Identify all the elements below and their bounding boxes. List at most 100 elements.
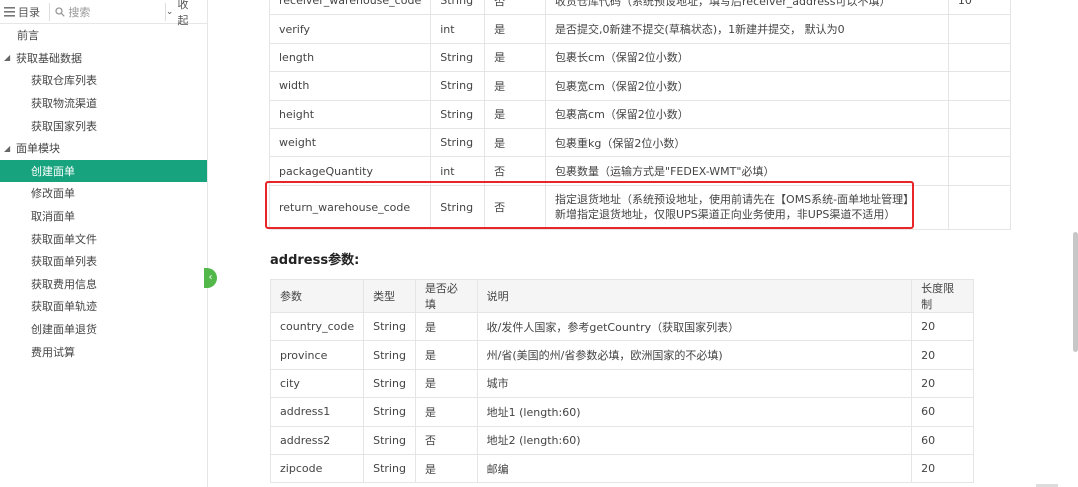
sidebar-item-label: 取消面单 [31, 210, 75, 224]
table-header-row: 参数 类型 是否必填 说明 长度限制 [269, 279, 974, 313]
table-cell: 是 [414, 453, 478, 484]
table-cell [947, 156, 1012, 186]
column-header: 说明 [476, 279, 913, 313]
table-row: length String 是包裹长cm（保留2位小数） [268, 42, 1012, 73]
table-cell: String [430, 127, 486, 158]
sidebar-item[interactable]: 获取费用信息 [0, 273, 207, 296]
menu-icon [4, 6, 15, 17]
sidebar-item[interactable]: 创建面单 [0, 159, 207, 183]
table-cell: 是 [414, 340, 478, 370]
table-cell: String [363, 311, 416, 342]
chevron-down-icon: ⌄ [165, 6, 174, 17]
table-cell: 20 [911, 368, 974, 399]
table-cell: city [269, 368, 365, 399]
table-row: city String 是城市 20 [269, 368, 974, 399]
sidebar-item[interactable]: 费用试算 [0, 340, 207, 363]
collapse-label: 收起 [177, 0, 189, 27]
column-header: 是否必填 [414, 279, 478, 313]
table-cell: 收/发件人国家，参考getCountry（获取国家列表） [476, 311, 913, 342]
table-row: weight String 是包裹重kg（保留2位小数） [268, 127, 1012, 158]
table-cell: 是否提交,0新建不提交(草稿状态)，1新建并提交， 默认为0 [545, 14, 949, 44]
table-cell: 地址2 (length:60) [476, 425, 913, 455]
table-cell: String [363, 340, 416, 370]
sidebar-item[interactable]: 获取国家列表 [0, 114, 207, 137]
sidebar-item[interactable]: 取消面单 [0, 205, 207, 228]
table-cell [947, 42, 1012, 73]
table-row: width String 是包裹宽cm（保留2位小数） [268, 71, 1012, 101]
table-cell: 是 [484, 127, 547, 158]
table-cell: address2 [269, 425, 365, 455]
sidebar-item-label: 获取费用信息 [31, 277, 97, 291]
table-cell [947, 184, 1012, 230]
params-table: receiver_warehouse_code String 否收货仓库代码（系统预… [268, 0, 1012, 230]
table-cell: 收货仓库代码（系统预设地址，填写后receiver_address可以不填） [545, 0, 949, 16]
table-cell: String [363, 453, 416, 484]
table-cell: 是 [414, 368, 478, 399]
table-cell: width [268, 71, 432, 101]
table-cell-description: 指定退货地址（系统预设地址，使用前请先在【OMS系统-面单地址管理】 新增指定退货… [545, 184, 949, 230]
toc-label: 目录 [18, 5, 40, 19]
collapse-button[interactable]: ⌄ 收起 [166, 0, 203, 28]
search-placeholder: 搜索 [68, 5, 91, 19]
table-cell [947, 14, 1012, 44]
column-header: 长度限制 [911, 279, 974, 313]
table-cell: 否 [484, 184, 547, 230]
search-icon [55, 6, 66, 17]
table-cell: return_warehouse_code [268, 184, 432, 230]
sidebar-item[interactable]: ◢ 面单模块 [0, 137, 207, 160]
sidebar-item-label: 获取面单列表 [31, 255, 97, 269]
expand-triangle-icon[interactable]: ◢ [4, 144, 16, 153]
sidebar-item[interactable]: 获取面单轨迹 [0, 295, 207, 318]
vertical-scrollbar[interactable] [1073, 232, 1078, 352]
sidebar-item-label: 创建面单 [31, 164, 75, 178]
sidebar-item[interactable]: 获取面单文件 [0, 227, 207, 250]
table-cell: 60 [911, 425, 974, 455]
sidebar-item-label: 前言 [17, 29, 39, 43]
sidebar-item-label: 面单模块 [16, 142, 60, 156]
toc-button[interactable]: 目录 [4, 4, 49, 20]
sidebar-item-label: 费用试算 [31, 345, 75, 359]
table-row: province String 是州/省(美国的州/省参数必填，欧洲国家的不必填) 2… [269, 340, 974, 370]
expand-triangle-icon[interactable]: ◢ [4, 53, 16, 62]
sidebar-nav: 前言 ◢ 获取基础数据 获取仓库列表 获取物流渠道 获取国家列表 ◢ 面单模块 创建面单 修改面单… [0, 24, 207, 363]
table-cell: String [363, 397, 416, 427]
sidebar-item-label: 创建面单退货 [31, 323, 97, 337]
description-line: 指定退货地址（系统预设地址，使用前请先在【OMS系统-面单地址管理】 [555, 193, 915, 207]
table-cell: 60 [911, 397, 974, 427]
table-cell: packageQuantity [268, 156, 432, 186]
table-cell: province [269, 340, 365, 370]
table-cell [947, 127, 1012, 158]
table-cell: 城市 [476, 368, 913, 399]
table-cell: receiver_warehouse_code [268, 0, 432, 16]
table-cell: 包裹长cm（保留2位小数） [545, 42, 949, 73]
table-cell: 地址1 (length:60) [476, 397, 913, 427]
column-header: 参数 [269, 279, 365, 313]
table-row: height String 是包裹高cm（保留2位小数） [268, 99, 1012, 129]
sidebar-item-label: 获取物流渠道 [31, 97, 97, 111]
sidebar-item[interactable]: 创建面单退货 [0, 318, 207, 341]
table-cell: verify [268, 14, 432, 44]
sidebar-item[interactable]: 获取面单列表 [0, 250, 207, 273]
search-input[interactable]: 搜索 [49, 2, 166, 21]
table-cell: String [430, 0, 486, 16]
sidebar-item[interactable]: 修改面单 [0, 182, 207, 205]
address-params-table: 参数 类型 是否必填 说明 长度限制 country_code String 是收/发件人国… [269, 279, 974, 484]
sidebar-item[interactable]: 获取仓库列表 [0, 69, 207, 92]
table-cell: 20 [911, 311, 974, 342]
table-cell: 是 [484, 42, 547, 73]
table-cell: 包裹数量（运输方式是"FEDEX-WMT"必填） [545, 156, 949, 186]
sidebar-item[interactable]: ◢ 获取基础数据 [0, 47, 207, 70]
table-cell: String [363, 425, 416, 455]
table-cell: String [430, 71, 486, 101]
main-content: receiver_warehouse_code String 否收货仓库代码（系统预… [208, 0, 1078, 487]
table-cell: 10 [947, 0, 1012, 16]
sidebar-item[interactable]: 获取物流渠道 [0, 92, 207, 115]
table-cell: 否 [414, 425, 478, 455]
table-cell: 是 [484, 99, 547, 129]
table-row: packageQuantity int 否包裹数量（运输方式是"FEDEX-WMT"… [268, 156, 1012, 186]
table-cell: 否 [484, 156, 547, 186]
table-cell: weight [268, 127, 432, 158]
table-cell: 20 [911, 340, 974, 370]
description-line: 新增指定退货地址，仅限UPS渠道正向业务使用，非UPS渠道不适用） [555, 208, 896, 222]
sidebar-item-label: 获取面单轨迹 [31, 300, 97, 314]
